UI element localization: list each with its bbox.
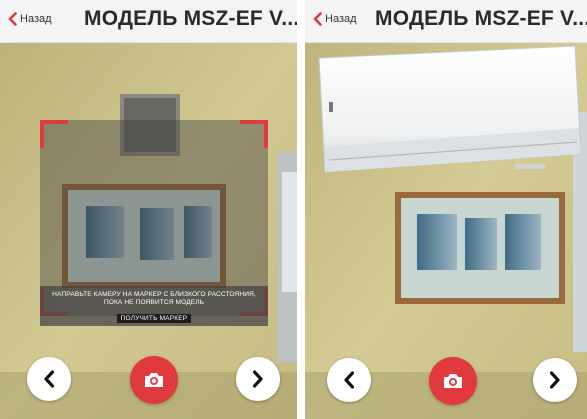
instruction-line-2: ПОКА НЕ ПОЯВИТСЯ МОДЕЛЬ [103, 299, 205, 306]
camera-icon [145, 373, 163, 387]
camera-view [305, 42, 587, 419]
scan-corner-top-right [240, 120, 268, 148]
chevron-left-icon [8, 12, 17, 26]
back-label: Назад [20, 13, 52, 25]
chevron-left-icon [344, 371, 355, 389]
camera-view: НАПРАВЬТЕ КАМЕРУ НА МАРКЕР С БЛИЗКОГО РА… [0, 42, 297, 419]
chevron-left-icon [313, 12, 322, 26]
ar-screen-marker-search: Назад МОДЕЛЬ MSZ-EF V... НАПРАВЬТЕ КАМЕР… [0, 0, 297, 419]
next-button[interactable] [533, 358, 577, 402]
app-header: Назад МОДЕЛЬ MSZ-EF V... [305, 0, 587, 43]
capture-button[interactable] [429, 357, 477, 405]
instruction-text: НАПРАВЬТЕ КАМЕРУ НА МАРКЕР С БЛИЗКОГО РА… [40, 286, 268, 307]
ar-screen-model-placed: Назад МОДЕЛЬ MSZ-EF V... [305, 0, 587, 419]
chevron-right-icon [549, 371, 560, 389]
app-header: Назад МОДЕЛЬ MSZ-EF V... [0, 0, 297, 43]
next-button[interactable] [236, 357, 280, 401]
back-button[interactable]: Назад [313, 12, 357, 26]
back-label: Назад [325, 13, 357, 25]
capture-button[interactable] [130, 356, 178, 404]
scan-corner-top-left [40, 120, 68, 148]
instruction-line-1: НАПРАВЬТЕ КАМЕРУ НА МАРКЕР С БЛИЗКОГО РА… [52, 291, 256, 298]
prev-button[interactable] [27, 357, 71, 401]
chevron-right-icon [252, 370, 263, 388]
screen-divider [297, 0, 305, 419]
page-title: МОДЕЛЬ MSZ-EF V... [84, 7, 297, 30]
camera-icon [444, 374, 462, 388]
chevron-left-icon [44, 370, 55, 388]
get-marker-button[interactable]: ПОЛУЧИТЬ МАРКЕР [116, 314, 192, 323]
instruction-panel: НАПРАВЬТЕ КАМЕРУ НА МАРКЕР С БЛИЗКОГО РА… [40, 286, 268, 326]
prev-button[interactable] [327, 358, 371, 402]
page-title: МОДЕЛЬ MSZ-EF V... [375, 7, 587, 30]
back-button[interactable]: Назад [8, 12, 52, 26]
